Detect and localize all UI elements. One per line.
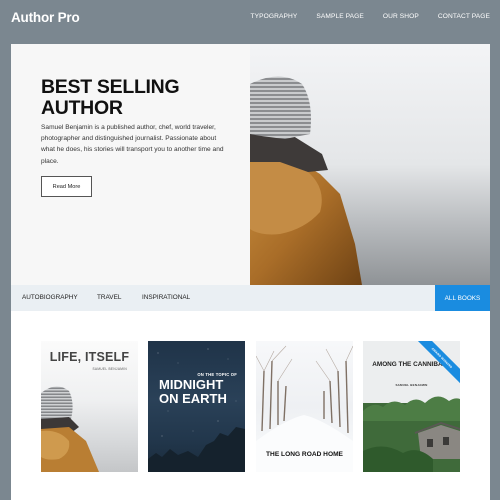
content-frame: BEST SELLING AUTHOR Samuel Benjamin is a… bbox=[11, 44, 490, 500]
book-card[interactable]: AMONG THE CANNIBALS SAMUEL BENJAMIN AWAR… bbox=[363, 341, 460, 472]
category-inspirational[interactable]: INSPIRATIONAL bbox=[142, 294, 190, 301]
site-logo[interactable]: Author Pro bbox=[11, 10, 80, 25]
category-travel[interactable]: TRAVEL bbox=[97, 294, 121, 301]
nav-item-typography[interactable]: TYPOGRAPHY bbox=[251, 13, 298, 20]
nav-item-our-shop[interactable]: OUR SHOP bbox=[383, 13, 419, 20]
primary-nav: TYPOGRAPHY SAMPLE PAGE OUR SHOP CONTACT … bbox=[232, 13, 490, 20]
category-bar: AUTOBIOGRAPHY TRAVEL INSPIRATIONAL ALL B… bbox=[11, 285, 490, 311]
book-card[interactable]: LIFE, ITSELF SAMUEL BENJAMIN bbox=[41, 341, 138, 472]
hero-text-panel: BEST SELLING AUTHOR Samuel Benjamin is a… bbox=[11, 44, 250, 285]
book-title: MIDNIGHT ON EARTH bbox=[159, 377, 227, 406]
book-author: SAMUEL BENJAMIN bbox=[395, 383, 428, 387]
all-books-button[interactable]: ALL BOOKS bbox=[435, 285, 490, 311]
book-author: SAMUEL BENJAMIN bbox=[92, 367, 127, 371]
category-autobiography[interactable]: AUTOBIOGRAPHY bbox=[22, 294, 78, 301]
site-header: Author Pro TYPOGRAPHY SAMPLE PAGE OUR SH… bbox=[0, 0, 500, 44]
nav-item-sample-page[interactable]: SAMPLE PAGE bbox=[316, 13, 364, 20]
book-card[interactable]: THE LONG ROAD HOME bbox=[256, 341, 353, 472]
hero-photo bbox=[250, 44, 490, 285]
books-grid: LIFE, ITSELF SAMUEL BENJAMIN ON THE TOPI… bbox=[11, 311, 490, 500]
hero-section: BEST SELLING AUTHOR Samuel Benjamin is a… bbox=[11, 44, 490, 285]
nav-item-contact-page[interactable]: CONTACT PAGE bbox=[438, 13, 490, 20]
hero-description: Samuel Benjamin is a published author, c… bbox=[41, 124, 224, 165]
book-title: THE LONG ROAD HOME bbox=[266, 451, 343, 458]
person-in-hoodie-image bbox=[250, 44, 490, 285]
book-cover-image bbox=[148, 348, 245, 472]
book-card[interactable]: ON THE TOPIC OF MIDNIGHT ON EARTH bbox=[148, 341, 245, 472]
book-title: LIFE, ITSELF bbox=[49, 350, 130, 364]
hero-title: BEST SELLING AUTHOR bbox=[41, 76, 180, 119]
read-more-button[interactable]: Read More bbox=[41, 176, 92, 197]
